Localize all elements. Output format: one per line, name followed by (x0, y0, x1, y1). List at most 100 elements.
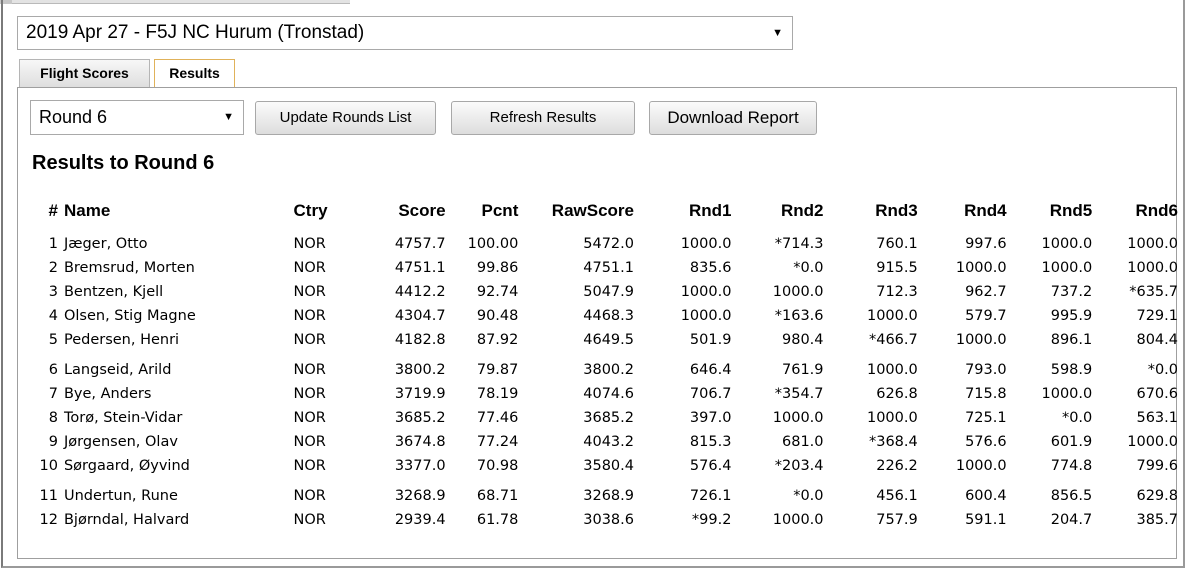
cell-col-rnd5: 1000.0 (1041, 386, 1093, 402)
cell-col-name: Bremsrud, Morten (63, 260, 195, 276)
cell-col-rnd1: 1000.0 (680, 236, 732, 252)
cell-col-score: 3674.8 (394, 434, 446, 450)
cell-col-country: NOR (293, 362, 326, 378)
cell-col-pcnt: 92.74 (476, 284, 519, 300)
download-report-button[interactable]: Download Report (649, 101, 817, 135)
cell-col-score: 3377.0 (394, 458, 446, 474)
tab-results[interactable]: Results (154, 59, 235, 88)
cell-col-rank: 2 (48, 260, 58, 276)
header-col-rnd2: Rnd2 (781, 201, 824, 220)
cell-col-rnd4: 579.7 (965, 308, 1007, 324)
cell-col-rnd2: *714.3 (774, 236, 824, 252)
cell-col-rawscore: 4649.5 (583, 332, 634, 348)
round-select[interactable]: Round 6 ▼ (30, 100, 244, 135)
cell-col-rnd4: 725.1 (965, 410, 1007, 426)
cell-col-country: NOR (293, 260, 326, 276)
table-row: 6 Langseid, Arild NOR 3800.2 79.87 3800.2 646.… (28, 358, 1178, 382)
cell-col-rawscore: 3580.4 (583, 458, 634, 474)
event-select-value: 2019 Apr 27 - F5J NC Hurum (Tronstad) (26, 22, 365, 43)
cell-col-country: NOR (293, 434, 326, 450)
cell-col-rnd5: 601.9 (1050, 434, 1093, 450)
cell-col-country: NOR (293, 284, 326, 300)
cell-col-rnd1: 1000.0 (680, 284, 732, 300)
cell-col-name: Pedersen, Henri (63, 332, 180, 348)
cell-col-rnd6: 729.1 (1136, 308, 1178, 324)
cell-col-rnd3: 712.3 (876, 284, 918, 300)
cell-col-rnd2: 1000.0 (772, 410, 824, 426)
table-header-row: # Name Ctry Score Pcnt RawScore Rnd1 Rnd2 Rnd3 Rn… (28, 196, 1179, 226)
table-row: 11 Undertun, Rune NOR 3268.9 68.71 3268.9 726.… (28, 484, 1178, 508)
refresh-results-button[interactable]: Refresh Results (451, 101, 635, 135)
cell-col-rnd1: 706.7 (689, 386, 732, 402)
cell-col-rnd3: *466.7 (868, 332, 918, 348)
cell-col-rnd4: 715.8 (965, 386, 1007, 402)
cell-col-rnd5: 856.5 (1050, 488, 1093, 504)
table-row: 10 Sørgaard, Øyvind NOR 3377.0 70.98 3580.4 57… (28, 454, 1178, 478)
cell-col-score: 3268.9 (394, 488, 446, 504)
cell-col-rnd4: 600.4 (965, 488, 1007, 504)
cell-col-pcnt: 87.92 (476, 332, 519, 348)
cell-col-rnd1: *99.2 (691, 512, 732, 528)
cell-col-rnd4: 1000.0 (955, 332, 1007, 348)
cell-col-score: 3719.9 (394, 386, 446, 402)
cell-col-rnd6: 804.4 (1136, 332, 1178, 348)
cell-col-rnd1: 1000.0 (680, 308, 732, 324)
cell-col-rank: 7 (48, 386, 58, 402)
cell-col-country: NOR (293, 236, 326, 252)
cell-col-rnd2: 1000.0 (772, 512, 824, 528)
cell-col-rawscore: 4043.2 (583, 434, 634, 450)
cell-col-rawscore: 5472.0 (583, 236, 634, 252)
cell-col-rank: 12 (39, 512, 58, 528)
cell-col-name: Bentzen, Kjell (63, 284, 164, 300)
cell-col-rnd6: 385.7 (1136, 512, 1178, 528)
cell-col-name: Sørgaard, Øyvind (63, 458, 190, 474)
table-row: 7 Bye, Anders NOR 3719.9 78.19 4074.6 706.7 *35… (28, 382, 1178, 406)
header-col-rnd6: Rnd6 (1135, 201, 1179, 220)
cell-col-rnd3: 1000.0 (866, 362, 918, 378)
cell-col-name: Langseid, Arild (63, 362, 172, 378)
cell-col-pcnt: 90.48 (476, 308, 519, 324)
chevron-down-icon: ▼ (772, 27, 783, 39)
cell-col-rawscore: 3038.6 (583, 512, 634, 528)
cell-col-rnd6: 1000.0 (1127, 434, 1178, 450)
cell-col-rnd6: 563.1 (1136, 410, 1178, 426)
event-select[interactable]: 2019 Apr 27 - F5J NC Hurum (Tronstad) ▼ (17, 16, 793, 50)
cell-col-name: Jæger, Otto (63, 236, 148, 252)
cell-col-pcnt: 61.78 (476, 512, 519, 528)
cell-col-rnd5: 204.7 (1050, 512, 1093, 528)
cell-col-rnd3: 757.9 (876, 512, 918, 528)
cell-col-rank: 10 (39, 458, 58, 474)
cell-col-country: NOR (293, 458, 326, 474)
cell-col-rnd1: 835.6 (689, 260, 732, 276)
header-col-rnd3: Rnd3 (875, 201, 918, 220)
cell-col-rnd1: 726.1 (689, 488, 732, 504)
update-rounds-list-button[interactable]: Update Rounds List (255, 101, 436, 135)
cell-col-pcnt: 79.87 (476, 362, 519, 378)
header-col-country: Ctry (293, 201, 328, 220)
cell-col-country: NOR (293, 512, 326, 528)
cell-col-rnd5: 1000.0 (1041, 260, 1093, 276)
cell-col-rnd4: 962.7 (965, 284, 1007, 300)
cell-col-rnd3: 1000.0 (866, 308, 918, 324)
cell-col-score: 2939.4 (394, 512, 446, 528)
cell-col-rnd6: *0.0 (1147, 362, 1178, 378)
cell-col-rank: 8 (48, 410, 58, 426)
cell-col-name: Olsen, Stig Magne (63, 308, 196, 324)
cell-col-rnd6: 629.8 (1136, 488, 1178, 504)
cell-col-rnd3: 915.5 (876, 260, 918, 276)
header-col-rank: # (48, 201, 58, 220)
cell-col-score: 4757.7 (394, 236, 446, 252)
header-col-rnd4: Rnd4 (964, 201, 1007, 220)
cell-col-rawscore: 3800.2 (583, 362, 634, 378)
tab-flight-scores[interactable]: Flight Scores (19, 59, 150, 87)
cell-col-pcnt: 70.98 (476, 458, 519, 474)
cell-col-country: NOR (293, 386, 326, 402)
table-row: 3 Bentzen, Kjell NOR 4412.2 92.74 5047.9 1000.… (28, 280, 1178, 304)
table-row: 1 Jæger, Otto NOR 4757.7 100.00 5472.0 1000.0 *… (28, 232, 1178, 256)
cell-col-rnd4: 591.1 (965, 512, 1007, 528)
cell-col-rnd5: 737.2 (1050, 284, 1093, 300)
cell-col-rawscore: 4074.6 (583, 386, 634, 402)
cell-col-score: 3685.2 (394, 410, 446, 426)
cell-col-pcnt: 68.71 (476, 488, 519, 504)
cell-col-pcnt: 78.19 (476, 386, 519, 402)
